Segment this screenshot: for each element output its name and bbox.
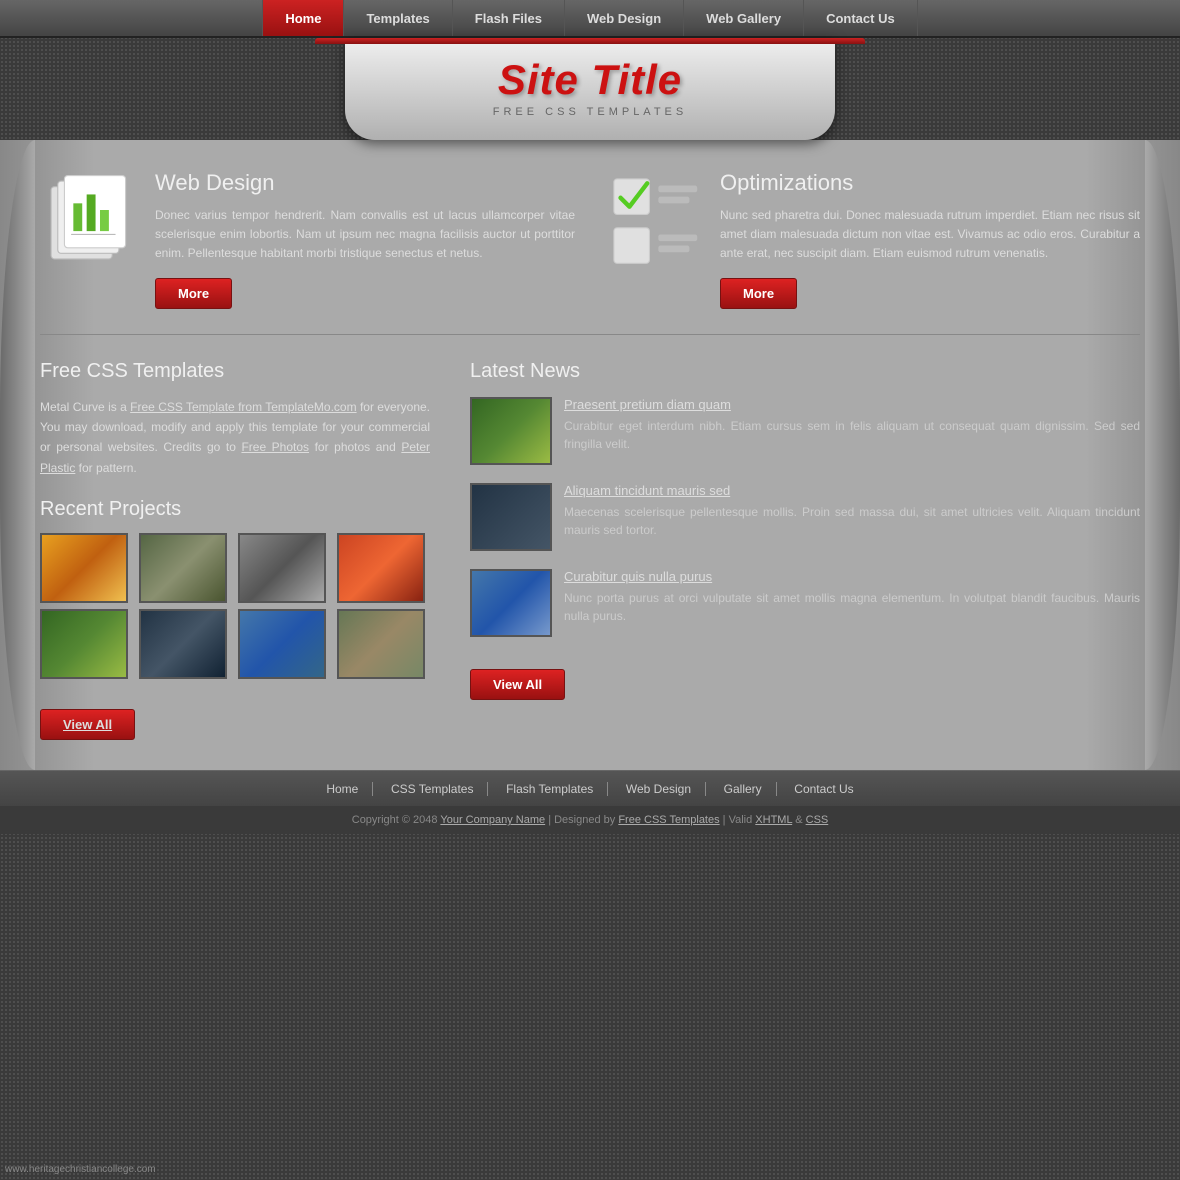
web-design-section: Web Design Donec varius tempor hendrerit…: [40, 170, 575, 309]
news-item-3: Curabitur quis nulla purus Nunc porta pu…: [470, 569, 1140, 637]
footer-nav-contact-us[interactable]: Contact Us: [780, 782, 867, 796]
free-css-link1[interactable]: Free CSS Template from TemplateMo.com: [130, 400, 356, 414]
web-design-more-button[interactable]: More: [155, 278, 232, 309]
project-thumb-7[interactable]: [238, 609, 326, 679]
optimizations-icon-container: [605, 170, 705, 270]
projects-view-all-button[interactable]: View All: [40, 709, 135, 740]
main-content: Web Design Donec varius tempor hendrerit…: [0, 140, 1180, 770]
copyright-text2: | Designed by: [545, 814, 618, 826]
optimizations-text: Optimizations Nunc sed pharetra dui. Don…: [720, 170, 1140, 309]
copyright-text3: | Valid: [720, 814, 756, 826]
optimizations-heading: Optimizations: [720, 170, 1140, 196]
latest-news-heading: Latest News: [470, 360, 1140, 383]
web-design-text: Web Design Donec varius tempor hendrerit…: [155, 170, 575, 309]
right-column: Latest News Praesent pretium diam quam C…: [470, 360, 1140, 741]
news-content-2: Aliquam tincidunt mauris sed Maecenas sc…: [564, 483, 1140, 551]
site-title: Site Title: [375, 56, 805, 104]
optimizations-icon: [605, 170, 705, 270]
footer-navigation: Home CSS Templates Flash Templates Web D…: [0, 770, 1180, 806]
nav-templates[interactable]: Templates: [344, 0, 452, 36]
nav-flash-files[interactable]: Flash Files: [453, 0, 565, 36]
news-thumb-3: [470, 569, 552, 637]
news-body-2: Maecenas scelerisque pellentesque mollis…: [564, 503, 1140, 539]
bottom-columns: Free CSS Templates Metal Curve is a Free…: [40, 360, 1140, 741]
project-thumb-3[interactable]: [238, 533, 326, 603]
left-column: Free CSS Templates Metal Curve is a Free…: [40, 360, 430, 741]
news-body-3: Nunc porta purus at orci vulputate sit a…: [564, 589, 1140, 625]
news-item-2: Aliquam tincidunt mauris sed Maecenas sc…: [470, 483, 1140, 551]
news-view-all-button[interactable]: View All: [470, 669, 565, 700]
project-thumb-5[interactable]: [40, 609, 128, 679]
project-thumb-2[interactable]: [139, 533, 227, 603]
company-name-link[interactable]: Your Company Name: [440, 814, 545, 826]
project-thumb-6[interactable]: [139, 609, 227, 679]
site-header: Site Title FREE CSS TEMPLATES: [0, 38, 1180, 140]
free-css-body: Metal Curve is a Free CSS Template from …: [40, 397, 430, 479]
xhtml-link[interactable]: XHTML: [755, 814, 792, 826]
footer-nav-css-templates[interactable]: CSS Templates: [377, 782, 488, 796]
project-thumb-4[interactable]: [337, 533, 425, 603]
news-title-1[interactable]: Praesent pretium diam quam: [564, 397, 1140, 412]
news-content-3: Curabitur quis nulla purus Nunc porta pu…: [564, 569, 1140, 637]
footer-nav-flash-templates[interactable]: Flash Templates: [492, 782, 608, 796]
copyright-text4: &: [792, 814, 805, 826]
news-item-1: Praesent pretium diam quam Curabitur ege…: [470, 397, 1140, 465]
optimizations-body: Nunc sed pharetra dui. Donec malesuada r…: [720, 206, 1140, 264]
site-subtitle: FREE CSS TEMPLATES: [375, 106, 805, 118]
copyright-text1: Copyright © 2048: [352, 814, 441, 826]
optimizations-more-button[interactable]: More: [720, 278, 797, 309]
web-design-heading: Web Design: [155, 170, 575, 196]
footer-nav-gallery[interactable]: Gallery: [710, 782, 777, 796]
web-design-icon: [40, 170, 140, 270]
section-divider: [40, 334, 1140, 335]
nav-home[interactable]: Home: [262, 0, 344, 36]
free-css-templates-link[interactable]: Free CSS Templates: [618, 814, 719, 826]
project-thumb-8[interactable]: [337, 609, 425, 679]
news-content-1: Praesent pretium diam quam Curabitur ege…: [564, 397, 1140, 465]
site-url: www.heritagechristiancollege.com: [5, 1164, 156, 1175]
news-title-2[interactable]: Aliquam tincidunt mauris sed: [564, 483, 1140, 498]
projects-grid: [40, 533, 430, 679]
news-thumb-2: [470, 483, 552, 551]
top-navigation: Home Templates Flash Files Web Design We…: [0, 0, 1180, 38]
footer-nav-web-design[interactable]: Web Design: [612, 782, 706, 796]
nav-web-design[interactable]: Web Design: [565, 0, 684, 36]
recent-projects-heading: Recent Projects: [40, 498, 430, 521]
footer-nav-home[interactable]: Home: [312, 782, 373, 796]
project-thumb-1[interactable]: [40, 533, 128, 603]
nav-contact-us[interactable]: Contact Us: [804, 0, 918, 36]
news-thumb-1: [470, 397, 552, 465]
news-title-3[interactable]: Curabitur quis nulla purus: [564, 569, 1140, 584]
css-link[interactable]: CSS: [806, 814, 829, 826]
logo-box: Site Title FREE CSS TEMPLATES: [345, 38, 835, 140]
free-css-heading: Free CSS Templates: [40, 360, 430, 383]
footer-copyright: Copyright © 2048 Your Company Name | Des…: [0, 806, 1180, 834]
optimizations-section: Optimizations Nunc sed pharetra dui. Don…: [605, 170, 1140, 309]
feature-sections: Web Design Donec varius tempor hendrerit…: [40, 170, 1140, 309]
free-css-link2[interactable]: Free Photos: [241, 440, 309, 454]
news-body-1: Curabitur eget interdum nibh. Etiam curs…: [564, 417, 1140, 453]
web-design-icon-container: [40, 170, 140, 270]
web-design-body: Donec varius tempor hendrerit. Nam conva…: [155, 206, 575, 264]
nav-web-gallery[interactable]: Web Gallery: [684, 0, 804, 36]
